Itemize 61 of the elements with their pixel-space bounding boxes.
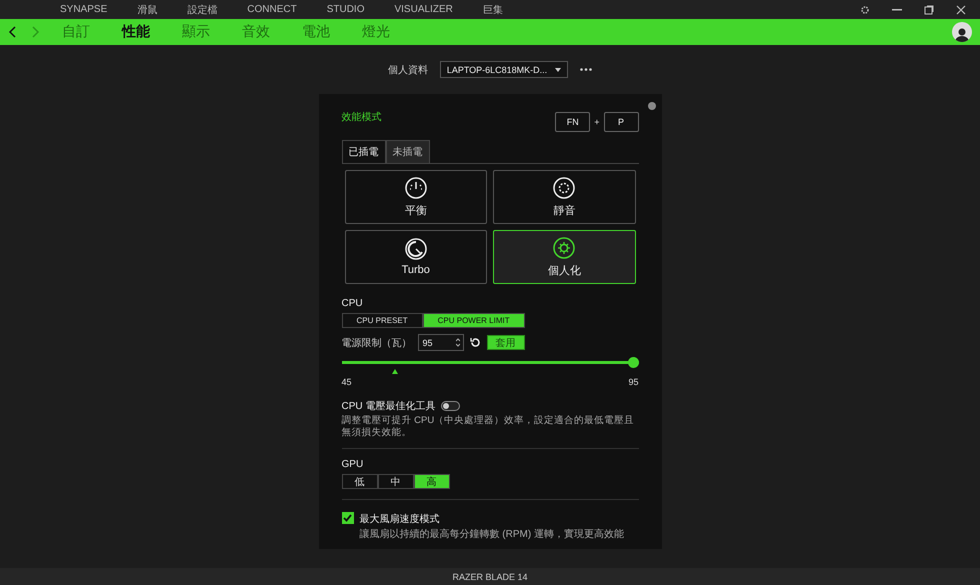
mode-card[interactable]: 靜音 (493, 170, 636, 224)
mode-label: Turbo (402, 264, 430, 276)
segment-button[interactable]: 低 (342, 474, 378, 489)
menu-item[interactable]: 設定檔 (187, 2, 218, 16)
mode-label: 個人化 (548, 264, 581, 278)
close-icon[interactable] (956, 4, 966, 14)
turbo-icon (404, 238, 427, 260)
more-icon[interactable] (580, 68, 592, 71)
maximize-icon[interactable] (924, 4, 934, 14)
section-title: GPU (342, 458, 364, 470)
profile-dropdown[interactable]: LAPTOP-6LC818MK-D... (440, 61, 568, 78)
spinner-icon[interactable] (456, 338, 460, 347)
marker-icon (392, 369, 398, 374)
checkbox[interactable] (342, 512, 354, 524)
plus-sign: + (594, 117, 600, 127)
field-label: 電源限制（瓦） (342, 336, 412, 350)
power-tab[interactable]: 已插電 (342, 140, 386, 163)
device-name: RAZER BLADE 14 (452, 572, 528, 582)
power-tab[interactable]: 未插電 (386, 140, 430, 163)
fan-icon (553, 176, 576, 198)
minimize-icon[interactable] (892, 8, 902, 10)
segment-button[interactable]: 中 (378, 474, 414, 489)
reset-icon[interactable] (470, 337, 480, 348)
menu-item[interactable]: VISUALIZER (394, 4, 453, 15)
nav-tab[interactable]: 性能 (122, 23, 150, 41)
mode-card[interactable]: Turbo (344, 230, 487, 284)
gear-icon (553, 236, 576, 258)
key-cap: P (604, 112, 638, 132)
power-field[interactable]: 95 (418, 334, 464, 351)
mode-card[interactable]: 平衡 (344, 170, 487, 224)
section-title: 效能模式 (342, 110, 382, 124)
toggle-switch[interactable] (441, 401, 460, 411)
caret-icon[interactable] (555, 68, 562, 72)
menu-item[interactable]: CONNECT (247, 4, 297, 15)
section-title: CPU (342, 298, 364, 309)
mode-card[interactable]: 個人化 (493, 230, 636, 284)
back-icon[interactable] (8, 26, 16, 38)
avatar-icon[interactable] (952, 22, 972, 42)
segment-button[interactable]: CPU PRESET (342, 313, 423, 328)
mode-label: 平衡 (404, 204, 427, 218)
gauge-icon (404, 176, 427, 198)
description: 調整電壓可提升 CPU（中央處理器）效率，設定適合的最低電壓且無須損失效能。 (342, 415, 636, 440)
mode-label: 靜音 (553, 204, 576, 218)
power-slider[interactable] (342, 357, 638, 368)
help-icon[interactable] (648, 102, 656, 110)
max-value: 95 (628, 377, 638, 387)
toggle-label: CPU 電壓最佳化工具 (342, 400, 436, 413)
key-cap: FN (555, 112, 590, 132)
menu-item[interactable]: 巨集 (482, 2, 503, 16)
min-value: 45 (342, 377, 352, 387)
description: 讓風扇以持續的最高每分鐘轉數 (RPM) 運轉，實現更高效能 (360, 528, 624, 541)
menu-item[interactable]: 滑鼠 (137, 2, 158, 16)
apply-button[interactable]: 套用 (486, 335, 524, 350)
menu-item[interactable]: SYNAPSE (60, 4, 108, 15)
settings-icon[interactable] (860, 4, 870, 14)
segment-button[interactable]: 高 (414, 474, 450, 489)
profile-label: 個人資料 (388, 64, 428, 76)
menu-item[interactable]: STUDIO (326, 4, 364, 15)
checkbox-label: 最大風扇速度模式 (360, 512, 440, 526)
slider-thumb[interactable] (628, 357, 638, 368)
segment-button[interactable]: CPU POWER LIMIT (422, 313, 525, 328)
